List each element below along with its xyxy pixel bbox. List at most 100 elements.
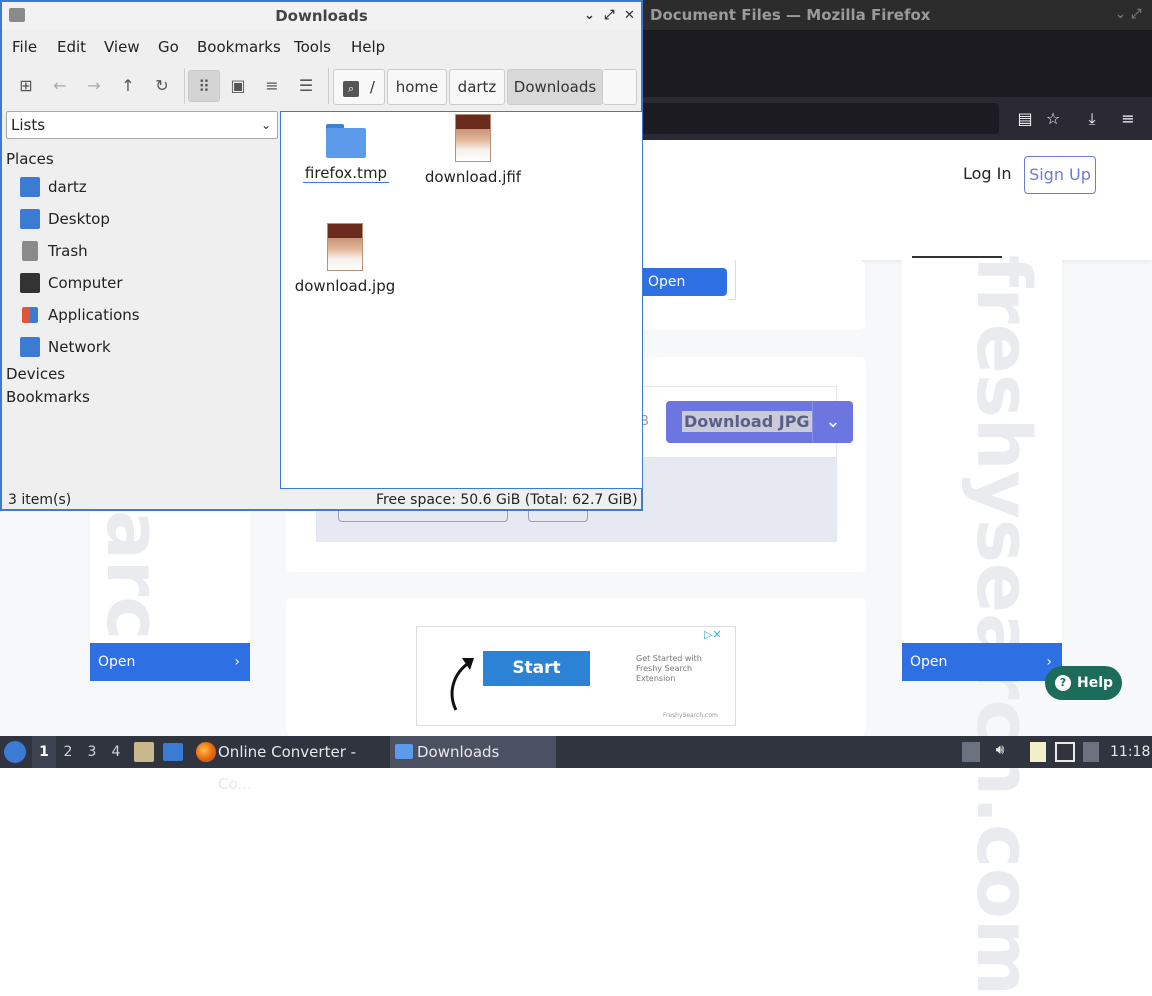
breadcrumb-spacer <box>603 69 637 105</box>
back-icon[interactable]: ← <box>44 70 76 102</box>
menu-view[interactable]: View <box>104 38 140 56</box>
sidebar-item-label: Desktop <box>48 210 110 228</box>
item-count: 3 item(s) <box>8 492 72 508</box>
downloads-icon[interactable]: ⤓ <box>1081 108 1103 130</box>
desktop-launcher-icon[interactable] <box>163 743 183 761</box>
menu-bookmarks[interactable]: Bookmarks <box>197 38 281 56</box>
sidebar-item-applications[interactable]: Applications <box>20 303 278 331</box>
file-name: firefox.tmp <box>302 164 390 183</box>
freshy-ad-text: Get Started with Freshy Search Extension <box>636 654 702 683</box>
open-button-top[interactable]: Open <box>643 268 727 296</box>
sidebar-item-dartz[interactable]: dartz <box>20 175 278 203</box>
ad-divider <box>912 256 1002 258</box>
list-view-icon[interactable]: ☰ <box>290 70 322 102</box>
tray-drive-icon[interactable] <box>962 742 980 762</box>
breadcrumb-dartz[interactable]: dartz <box>449 69 505 105</box>
file-view[interactable]: firefox.tmp download.jfif download.jpg <box>280 111 643 489</box>
clipboard-icon[interactable] <box>1030 742 1046 762</box>
start-button[interactable]: Start <box>483 651 590 686</box>
menu-tools[interactable]: Tools <box>294 38 331 56</box>
bookmarks-header[interactable]: Bookmarks <box>6 388 90 406</box>
download-jpg-button[interactable]: Download JPG <box>666 401 812 443</box>
volume-icon[interactable]: 🔊︎ <box>990 742 1010 762</box>
watermark-text-left: arch.com <box>90 510 176 640</box>
clock[interactable]: 11:18 <box>1110 742 1150 762</box>
signup-button[interactable]: Sign Up <box>1024 156 1096 194</box>
computer-icon <box>20 272 40 293</box>
sidebar-item-trash[interactable]: Trash <box>20 239 278 267</box>
places-header[interactable]: Places <box>6 150 54 168</box>
network-tray-icon[interactable] <box>1055 742 1075 762</box>
task-firefox[interactable]: Online Converter - Co... <box>192 736 386 793</box>
task-label: Online Converter - Co... <box>218 743 357 793</box>
help-label: Help <box>1077 675 1114 691</box>
side-pane-mode-select[interactable]: Lists ⌄ <box>6 111 278 139</box>
open-button-left[interactable]: Open › <box>90 643 250 681</box>
menu-edit[interactable]: Edit <box>57 38 86 56</box>
firefox-icon <box>196 742 216 762</box>
watermark-text: freshysearch.com <box>960 255 1046 996</box>
help-button[interactable]: ? Help <box>1045 666 1122 700</box>
open-button-right[interactable]: Open › <box>902 643 1062 681</box>
menu-go[interactable]: Go <box>158 38 179 56</box>
breadcrumb-downloads[interactable]: Downloads <box>507 69 603 105</box>
close-button[interactable]: ✕ <box>624 2 635 30</box>
compact-view-icon[interactable]: ≡ <box>256 70 288 102</box>
sidebar-item-network[interactable]: Network <box>20 335 278 363</box>
file-manager-launcher-icon[interactable] <box>134 742 154 762</box>
firefox-window-title: Document Files — Mozilla Firefox <box>650 6 931 24</box>
toolbar-separator <box>328 68 329 104</box>
task-downloads[interactable]: Downloads <box>390 736 556 768</box>
window-menu-icon[interactable] <box>9 8 25 22</box>
workspace-3[interactable]: 3 <box>80 736 104 768</box>
toolbar-separator <box>184 68 185 104</box>
bookmark-star-icon[interactable]: ☆ <box>1042 108 1064 130</box>
top-ad-border <box>727 260 736 300</box>
firefox-minimize-button[interactable]: ⌄ <box>1115 0 1126 30</box>
breadcrumb-root[interactable]: ⌕ / <box>333 69 385 105</box>
firefox-maximize-button[interactable]: ⤢ <box>1131 0 1141 30</box>
notifications-icon[interactable] <box>1083 742 1099 762</box>
firefox-url-bar[interactable] <box>643 103 999 134</box>
toolbar: ⊞ ← → ↑ ↻ ⠿ ▣ ≡ ☰ ⌕ / home dartz Downloa… <box>2 64 641 108</box>
reader-view-icon[interactable]: ▤ <box>1014 108 1036 130</box>
breadcrumb-home[interactable]: home <box>387 69 447 105</box>
up-icon[interactable]: ↑ <box>112 70 144 102</box>
open-label: Open <box>910 654 948 670</box>
ad-close-icon[interactable]: ▷✕ <box>704 628 722 641</box>
network-icon <box>20 336 40 357</box>
sidebar-item-label: dartz <box>48 178 87 196</box>
menu-file[interactable]: File <box>12 38 37 56</box>
login-link[interactable]: Log In <box>963 164 1012 183</box>
new-tab-icon[interactable]: ⊞ <box>10 70 42 102</box>
open-label: Open <box>98 654 136 670</box>
menu-icon[interactable]: ≡ <box>1117 108 1139 130</box>
firefox-tab-strip <box>643 30 1152 97</box>
path-edit-icon: ⌕ <box>343 81 360 97</box>
minimize-button[interactable]: ⌄ <box>584 2 595 30</box>
devices-header[interactable]: Devices <box>6 365 65 383</box>
download-dropdown-button[interactable]: ⌄ <box>812 401 853 443</box>
file-manager-titlebar[interactable]: Downloads ⌄ ⤢ ✕ <box>2 2 641 30</box>
start-menu-icon[interactable] <box>4 741 26 763</box>
workspace-2[interactable]: 2 <box>56 736 80 768</box>
workspace-4[interactable]: 4 <box>104 736 128 768</box>
file-item-firefox-tmp[interactable]: firefox.tmp <box>291 122 401 183</box>
free-space: Free space: 50.6 GiB (Total: 62.7 GiB) <box>376 492 638 508</box>
file-name: download.jfif <box>424 168 522 186</box>
menu-bar: File Edit View Go Bookmarks Tools Help <box>2 32 641 60</box>
file-item-download-jfif[interactable]: download.jfif <box>418 114 528 186</box>
sidebar-item-computer[interactable]: Computer <box>20 271 278 299</box>
maximize-button[interactable]: ⤢ <box>604 2 614 30</box>
icon-view-icon[interactable]: ⠿ <box>188 70 220 102</box>
file-item-download-jpg[interactable]: download.jpg <box>290 223 400 295</box>
curved-arrow-icon <box>450 658 474 711</box>
image-thumbnail <box>455 114 491 162</box>
thumbnail-view-icon[interactable]: ▣ <box>222 70 254 102</box>
workspace-1[interactable]: 1 <box>32 736 56 768</box>
forward-icon[interactable]: → <box>78 70 110 102</box>
menu-help[interactable]: Help <box>351 38 385 56</box>
chevron-right-icon: › <box>234 654 240 670</box>
reload-icon[interactable]: ↻ <box>146 70 178 102</box>
sidebar-item-desktop[interactable]: Desktop <box>20 207 278 235</box>
